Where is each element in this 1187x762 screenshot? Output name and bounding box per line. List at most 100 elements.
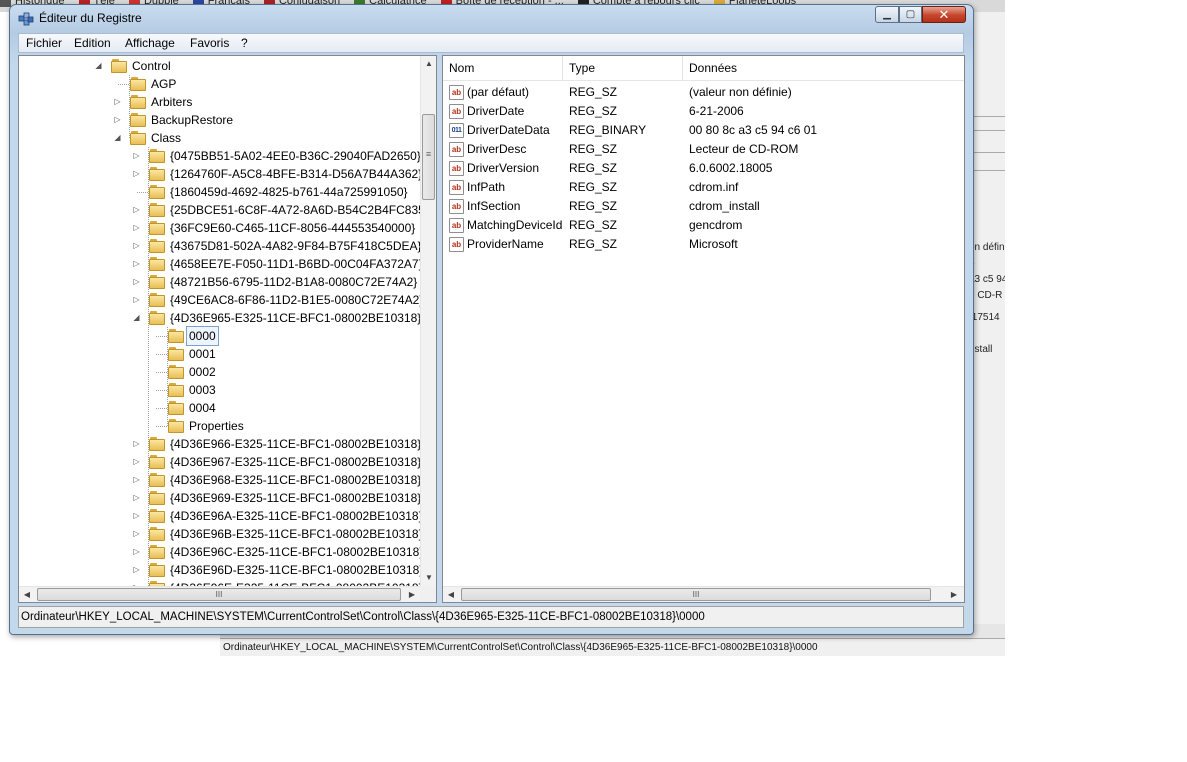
menu-favoris[interactable]: Favoris [190, 36, 229, 50]
tree-node-label[interactable]: BackupRestore [149, 111, 235, 129]
tree-node[interactable]: 0000 [19, 326, 419, 346]
tree-node[interactable]: 0001 [19, 345, 419, 363]
tree-node-label[interactable]: {1264760F-A5C8-4BFE-B314-D56A7B44A362} [168, 165, 424, 183]
tree-node-label[interactable]: {48721B56-6795-11D2-B1A8-0080C72E74A2} [168, 273, 419, 291]
tree-node[interactable]: ▷ {1264760F-A5C8-4BFE-B314-D56A7B44A362} [19, 165, 422, 183]
value-row[interactable]: ab InfSection REG_SZ cdrom_install [443, 197, 964, 216]
scroll-right-arrow-icon[interactable]: ▶ [946, 587, 962, 602]
column-header-nom[interactable]: Nom [443, 56, 563, 80]
menu-help[interactable]: ? [241, 36, 248, 50]
scroll-left-arrow-icon[interactable]: ◀ [19, 587, 35, 602]
tree-node-label[interactable]: {4D36E96D-E325-11CE-BFC1-08002BE10318} [168, 561, 425, 579]
close-button[interactable]: ✕ [922, 6, 966, 23]
tree-node[interactable]: ▷ {0475BB51-5A02-4EE0-B36C-29040FAD2650} [19, 147, 421, 165]
tree-node[interactable]: ▷ {4D36E96A-E325-11CE-BFC1-08002BE10318} [19, 507, 423, 525]
tree-node[interactable]: ▷ {4D36E96B-E325-11CE-BFC1-08002BE10318} [19, 525, 423, 543]
scroll-right-arrow-icon[interactable]: ▶ [404, 587, 420, 602]
collapse-arrow-icon[interactable]: ◢ [132, 309, 141, 327]
menu-fichier[interactable]: Fichier [26, 36, 62, 50]
tree-node-label[interactable]: {25DBCE51-6C8F-4A72-8A6D-B54C2B4FC835} [168, 201, 431, 219]
tree-node-label[interactable]: {4D36E969-E325-11CE-BFC1-08002BE10318} [168, 489, 423, 507]
expand-arrow-icon[interactable]: ▷ [132, 237, 141, 255]
scroll-up-arrow-icon[interactable]: ▲ [421, 56, 436, 72]
tree-node-label[interactable]: {43675D81-502A-4A82-9F84-B75F418C5DEA} [168, 237, 424, 255]
tree-node-label[interactable]: {4D36E967-E325-11CE-BFC1-08002BE10318} [168, 453, 423, 471]
expand-arrow-icon[interactable]: ▷ [132, 489, 141, 507]
tree-node[interactable]: ▷ {25DBCE51-6C8F-4A72-8A6D-B54C2B4FC835} [19, 201, 429, 219]
expand-arrow-icon[interactable]: ▷ [132, 219, 141, 237]
value-row[interactable]: ab DriverDesc REG_SZ Lecteur de CD-ROM [443, 140, 964, 159]
tree-node[interactable]: ▷ BackupRestore [19, 111, 419, 129]
column-header-type[interactable]: Type [563, 56, 683, 80]
tree-node[interactable]: ▷ {4D36E966-E325-11CE-BFC1-08002BE10318} [19, 435, 421, 453]
expand-arrow-icon[interactable]: ▷ [132, 291, 141, 309]
scroll-left-arrow-icon[interactable]: ◀ [443, 587, 459, 602]
tree-horizontal-scroll-thumb[interactable]: III [37, 588, 401, 601]
tree-node-label[interactable]: 0003 [187, 381, 218, 399]
tree-node-label[interactable]: {4D36E966-E325-11CE-BFC1-08002BE10318} [168, 435, 423, 453]
tree-node-label[interactable]: {36FC9E60-C465-11CF-8056-444553540000} [168, 219, 417, 237]
tree-node[interactable]: {1860459d-4692-4825-b761-44a725991050} [19, 183, 419, 201]
value-row[interactable]: ab DriverVersion REG_SZ 6.0.6002.18005 [443, 159, 964, 178]
value-row[interactable]: ab InfPath REG_SZ cdrom.inf [443, 178, 964, 197]
menu-edition[interactable]: Edition [74, 36, 111, 50]
tree-node[interactable]: ▷ {4D36E968-E325-11CE-BFC1-08002BE10318} [19, 471, 421, 489]
collapse-arrow-icon[interactable]: ◢ [113, 129, 122, 147]
tree-node-label-selected[interactable]: 0000 [186, 326, 219, 346]
tree-node-label[interactable]: {4D36E96C-E325-11CE-BFC1-08002BE10318} [168, 543, 425, 561]
tree-node[interactable]: Properties [19, 417, 419, 435]
expand-arrow-icon[interactable]: ▷ [113, 111, 122, 129]
title-bar[interactable]: Éditeur du Registre ▁ ▢ ✕ [10, 5, 973, 33]
value-row[interactable]: ab ProviderName REG_SZ Microsoft [443, 235, 964, 254]
tree-node[interactable]: ▷ {36FC9E60-C465-11CF-8056-444553540000} [19, 219, 419, 237]
tree-node[interactable]: ▷ Arbiters [19, 93, 419, 111]
maximize-button[interactable]: ▢ [899, 6, 922, 23]
scroll-down-arrow-icon[interactable]: ▼ [421, 570, 436, 586]
tree-node-label[interactable]: {4658EE7E-F050-11D1-B6BD-00C04FA372A7} [168, 255, 425, 273]
tree-node-label[interactable]: AGP [149, 75, 178, 93]
tree-horizontal-scrollbar[interactable]: ◀ III ▶ [19, 586, 420, 602]
tree-node[interactable]: ▷ {4658EE7E-F050-11D1-B6BD-00C04FA372A7} [19, 255, 423, 273]
tree-node-label[interactable]: 0001 [187, 345, 218, 363]
tree-node-label[interactable]: {49CE6AC8-6F86-11D2-B1E5-0080C72E74A2} [168, 291, 425, 309]
list-horizontal-scrollbar[interactable]: ◀ III ▶ [443, 586, 964, 602]
column-header-donnees[interactable]: Données [683, 56, 964, 80]
tree-node[interactable]: ◢ Class [19, 129, 419, 147]
expand-arrow-icon[interactable]: ▷ [113, 93, 122, 111]
menu-affichage[interactable]: Affichage [125, 36, 175, 50]
tree-node-label[interactable]: 0004 [187, 399, 218, 417]
registry-values-list[interactable]: Nom Type Données ab (par défaut) REG_SZ (va… [442, 55, 965, 603]
expand-arrow-icon[interactable]: ▷ [132, 453, 141, 471]
tree-node[interactable]: 0002 [19, 363, 419, 381]
value-row[interactable]: ab MatchingDeviceId REG_SZ gencdrom [443, 216, 964, 235]
expand-arrow-icon[interactable]: ▷ [132, 525, 141, 543]
tree-node-label[interactable]: Properties [187, 417, 246, 435]
expand-arrow-icon[interactable]: ▷ [132, 201, 141, 219]
tree-node-label[interactable]: {4D36E96B-E325-11CE-BFC1-08002BE10318} [168, 525, 425, 543]
tree-node[interactable]: ▷ {43675D81-502A-4A82-9F84-B75F418C5DEA} [19, 237, 422, 255]
expand-arrow-icon[interactable]: ▷ [132, 165, 141, 183]
value-row[interactable]: ab DriverDate REG_SZ 6-21-2006 [443, 102, 964, 121]
tree-node[interactable]: 0004 [19, 399, 419, 417]
tree-node[interactable]: ▷ {4D36E96D-E325-11CE-BFC1-08002BE10318} [19, 561, 423, 579]
tree-node[interactable]: ▷ {48721B56-6795-11D2-B1A8-0080C72E74A2} [19, 273, 419, 291]
tree-node[interactable]: ▷ {4D36E967-E325-11CE-BFC1-08002BE10318} [19, 453, 421, 471]
tree-node-label[interactable]: Arbiters [149, 93, 194, 111]
collapse-arrow-icon[interactable]: ◢ [94, 57, 103, 75]
tree-node[interactable]: 0003 [19, 381, 419, 399]
tree-node-label[interactable]: Class [149, 129, 183, 147]
tree-node[interactable]: ▷ {4D36E969-E325-11CE-BFC1-08002BE10318} [19, 489, 421, 507]
tree-vertical-scroll-thumb[interactable]: ≡ [422, 114, 435, 200]
tree-node-label[interactable]: {4D36E968-E325-11CE-BFC1-08002BE10318} [168, 471, 423, 489]
tree-node-label[interactable]: {4D36E96A-E325-11CE-BFC1-08002BE10318} [168, 507, 425, 525]
tree-node[interactable]: ▷ {49CE6AC8-6F86-11D2-B1E5-0080C72E74A2} [19, 291, 423, 309]
expand-arrow-icon[interactable]: ▷ [132, 255, 141, 273]
expand-arrow-icon[interactable]: ▷ [132, 435, 141, 453]
expand-arrow-icon[interactable]: ▷ [132, 543, 141, 561]
expand-arrow-icon[interactable]: ▷ [132, 507, 141, 525]
registry-key-tree[interactable]: ◢ Control AGP ▷ Arbiters ▷ BackupRestore ◢ Class… [18, 55, 437, 603]
tree-node[interactable]: ◢ Control [19, 57, 419, 75]
tree-node-label[interactable]: {0475BB51-5A02-4EE0-B36C-29040FAD2650} [168, 147, 423, 165]
tree-node[interactable]: ◢ {4D36E965-E325-11CE-BFC1-08002BE10318} [19, 309, 421, 327]
expand-arrow-icon[interactable]: ▷ [132, 561, 141, 579]
